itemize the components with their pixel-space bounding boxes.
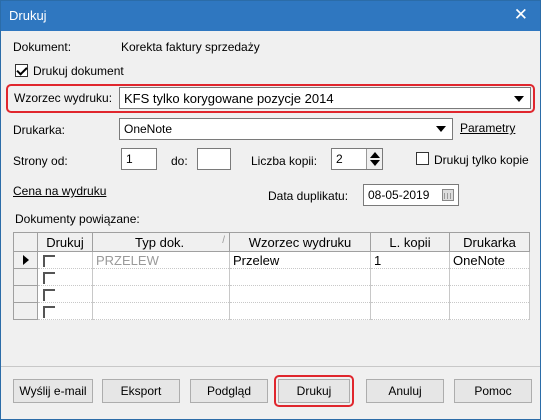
wzorzec-cell[interactable] <box>229 285 371 303</box>
drukarka-cell[interactable] <box>449 268 530 286</box>
row-indicator-header <box>13 232 38 252</box>
typ-header-label: Typ dok. <box>135 234 185 250</box>
do-label: do: <box>171 154 188 168</box>
pomoc-button[interactable]: Pomoc <box>454 379 532 403</box>
chevron-down-icon <box>514 96 524 102</box>
drukuj-cell[interactable] <box>37 302 93 320</box>
title-bar: Drukuj ✕ <box>1 1 540 31</box>
liczba-kopii-label: Liczba kopii: <box>251 154 318 168</box>
column-header-drukuj[interactable]: Drukuj <box>37 232 93 252</box>
dokument-value: Korekta faktury sprzedaży <box>121 40 260 54</box>
column-header-kopii[interactable]: L. kopii <box>370 232 450 252</box>
row-checkbox[interactable] <box>43 255 55 268</box>
wzorzec-select[interactable]: KFS tylko korygowane pozycje 2014 <box>119 87 531 109</box>
do-input[interactable] <box>197 148 231 170</box>
dokumenty-label: Dokumenty powiązane: <box>15 212 140 226</box>
column-header-typ[interactable]: Typ dok. / <box>92 232 230 252</box>
row-checkbox[interactable] <box>43 289 55 302</box>
drukarka-cell[interactable] <box>449 285 530 303</box>
divider <box>1 366 540 367</box>
data-duplikatu-input[interactable]: 08-05-2019 <box>363 184 459 206</box>
drukuj-cell[interactable] <box>37 285 93 303</box>
drukarka-select[interactable]: OneNote <box>119 118 453 140</box>
podglad-button[interactable]: Podgląd <box>190 379 268 403</box>
table-row[interactable] <box>13 302 530 320</box>
print-dialog: Drukuj ✕ Dokument: Korekta faktury sprze… <box>0 0 541 420</box>
drukarka-label: Drukarka: <box>13 123 66 137</box>
liczba-kopii-value: 2 <box>336 152 343 166</box>
window-title: Drukuj <box>9 8 47 23</box>
drukarka-value: OneNote <box>124 122 173 136</box>
strony-od-input[interactable]: 1 <box>121 148 157 170</box>
wzorzec-label: Wzorzec wydruku: <box>14 91 113 105</box>
table-header: Drukuj Typ dok. / Wzorzec wydruku L. kop… <box>13 232 530 252</box>
kopii-cell[interactable] <box>370 268 450 286</box>
typ-cell <box>92 302 230 320</box>
drukuj-tylko-kopie-checkbox[interactable] <box>416 152 429 165</box>
anuluj-button[interactable]: Anuluj <box>366 379 444 403</box>
column-header-wzorzec[interactable]: Wzorzec wydruku <box>229 232 371 252</box>
table-row[interactable]: PRZELEW Przelew 1 OneNote <box>13 251 530 269</box>
chevron-down-icon <box>436 126 446 132</box>
kopii-cell[interactable] <box>370 302 450 320</box>
drukuj-dokument-checkbox[interactable] <box>15 64 28 77</box>
wzorzec-cell[interactable] <box>229 268 371 286</box>
dokumenty-table: Drukuj Typ dok. / Wzorzec wydruku L. kop… <box>13 232 530 320</box>
arrow-up-icon[interactable] <box>370 152 380 158</box>
drukuj-cell[interactable] <box>37 251 93 269</box>
typ-cell <box>92 268 230 286</box>
typ-cell: PRZELEW <box>92 251 230 269</box>
wyslij-email-button[interactable]: Wyślij e-mail <box>13 379 93 403</box>
wzorzec-value: KFS tylko korygowane pozycje 2014 <box>124 91 334 106</box>
drukuj-dokument-label: Drukuj dokument <box>33 64 124 78</box>
wzorzec-cell[interactable]: Przelew <box>229 251 371 269</box>
row-indicator <box>13 268 38 286</box>
row-checkbox[interactable] <box>43 306 55 319</box>
sort-icon: / <box>222 234 225 246</box>
drukarka-cell[interactable]: OneNote <box>449 251 530 269</box>
arrow-down-icon[interactable] <box>370 160 380 166</box>
cena-link[interactable]: Cena na wydruku <box>13 184 106 198</box>
row-indicator <box>13 285 38 303</box>
drukarka-cell[interactable] <box>449 302 530 320</box>
typ-cell <box>92 285 230 303</box>
wzorzec-cell[interactable] <box>229 302 371 320</box>
liczba-kopii-stepper[interactable]: 2 <box>331 148 383 170</box>
row-indicator <box>13 251 38 269</box>
row-indicator <box>13 302 38 320</box>
drukuj-button[interactable]: Drukuj <box>278 379 350 403</box>
data-duplikatu-label: Data duplikatu: <box>268 189 349 203</box>
parametry-link[interactable]: Parametry <box>460 121 515 135</box>
column-header-drukarka[interactable]: Drukarka <box>449 232 530 252</box>
dokument-label: Dokument: <box>13 40 72 54</box>
drukuj-tylko-kopie-label: Drukuj tylko kopie <box>434 153 529 167</box>
table-row[interactable] <box>13 268 530 286</box>
strony-od-label: Strony od: <box>13 154 68 168</box>
kopii-cell[interactable] <box>370 285 450 303</box>
row-pointer-icon <box>22 254 29 265</box>
table-row[interactable] <box>13 285 530 303</box>
row-checkbox[interactable] <box>43 272 55 285</box>
data-duplikatu-value: 08-05-2019 <box>368 188 430 202</box>
kopii-cell[interactable]: 1 <box>370 251 450 269</box>
close-icon[interactable]: ✕ <box>514 5 528 25</box>
drukuj-cell[interactable] <box>37 268 93 286</box>
eksport-button[interactable]: Eksport <box>102 379 180 403</box>
calendar-icon[interactable] <box>442 189 454 201</box>
spin-arrows[interactable] <box>366 149 382 169</box>
